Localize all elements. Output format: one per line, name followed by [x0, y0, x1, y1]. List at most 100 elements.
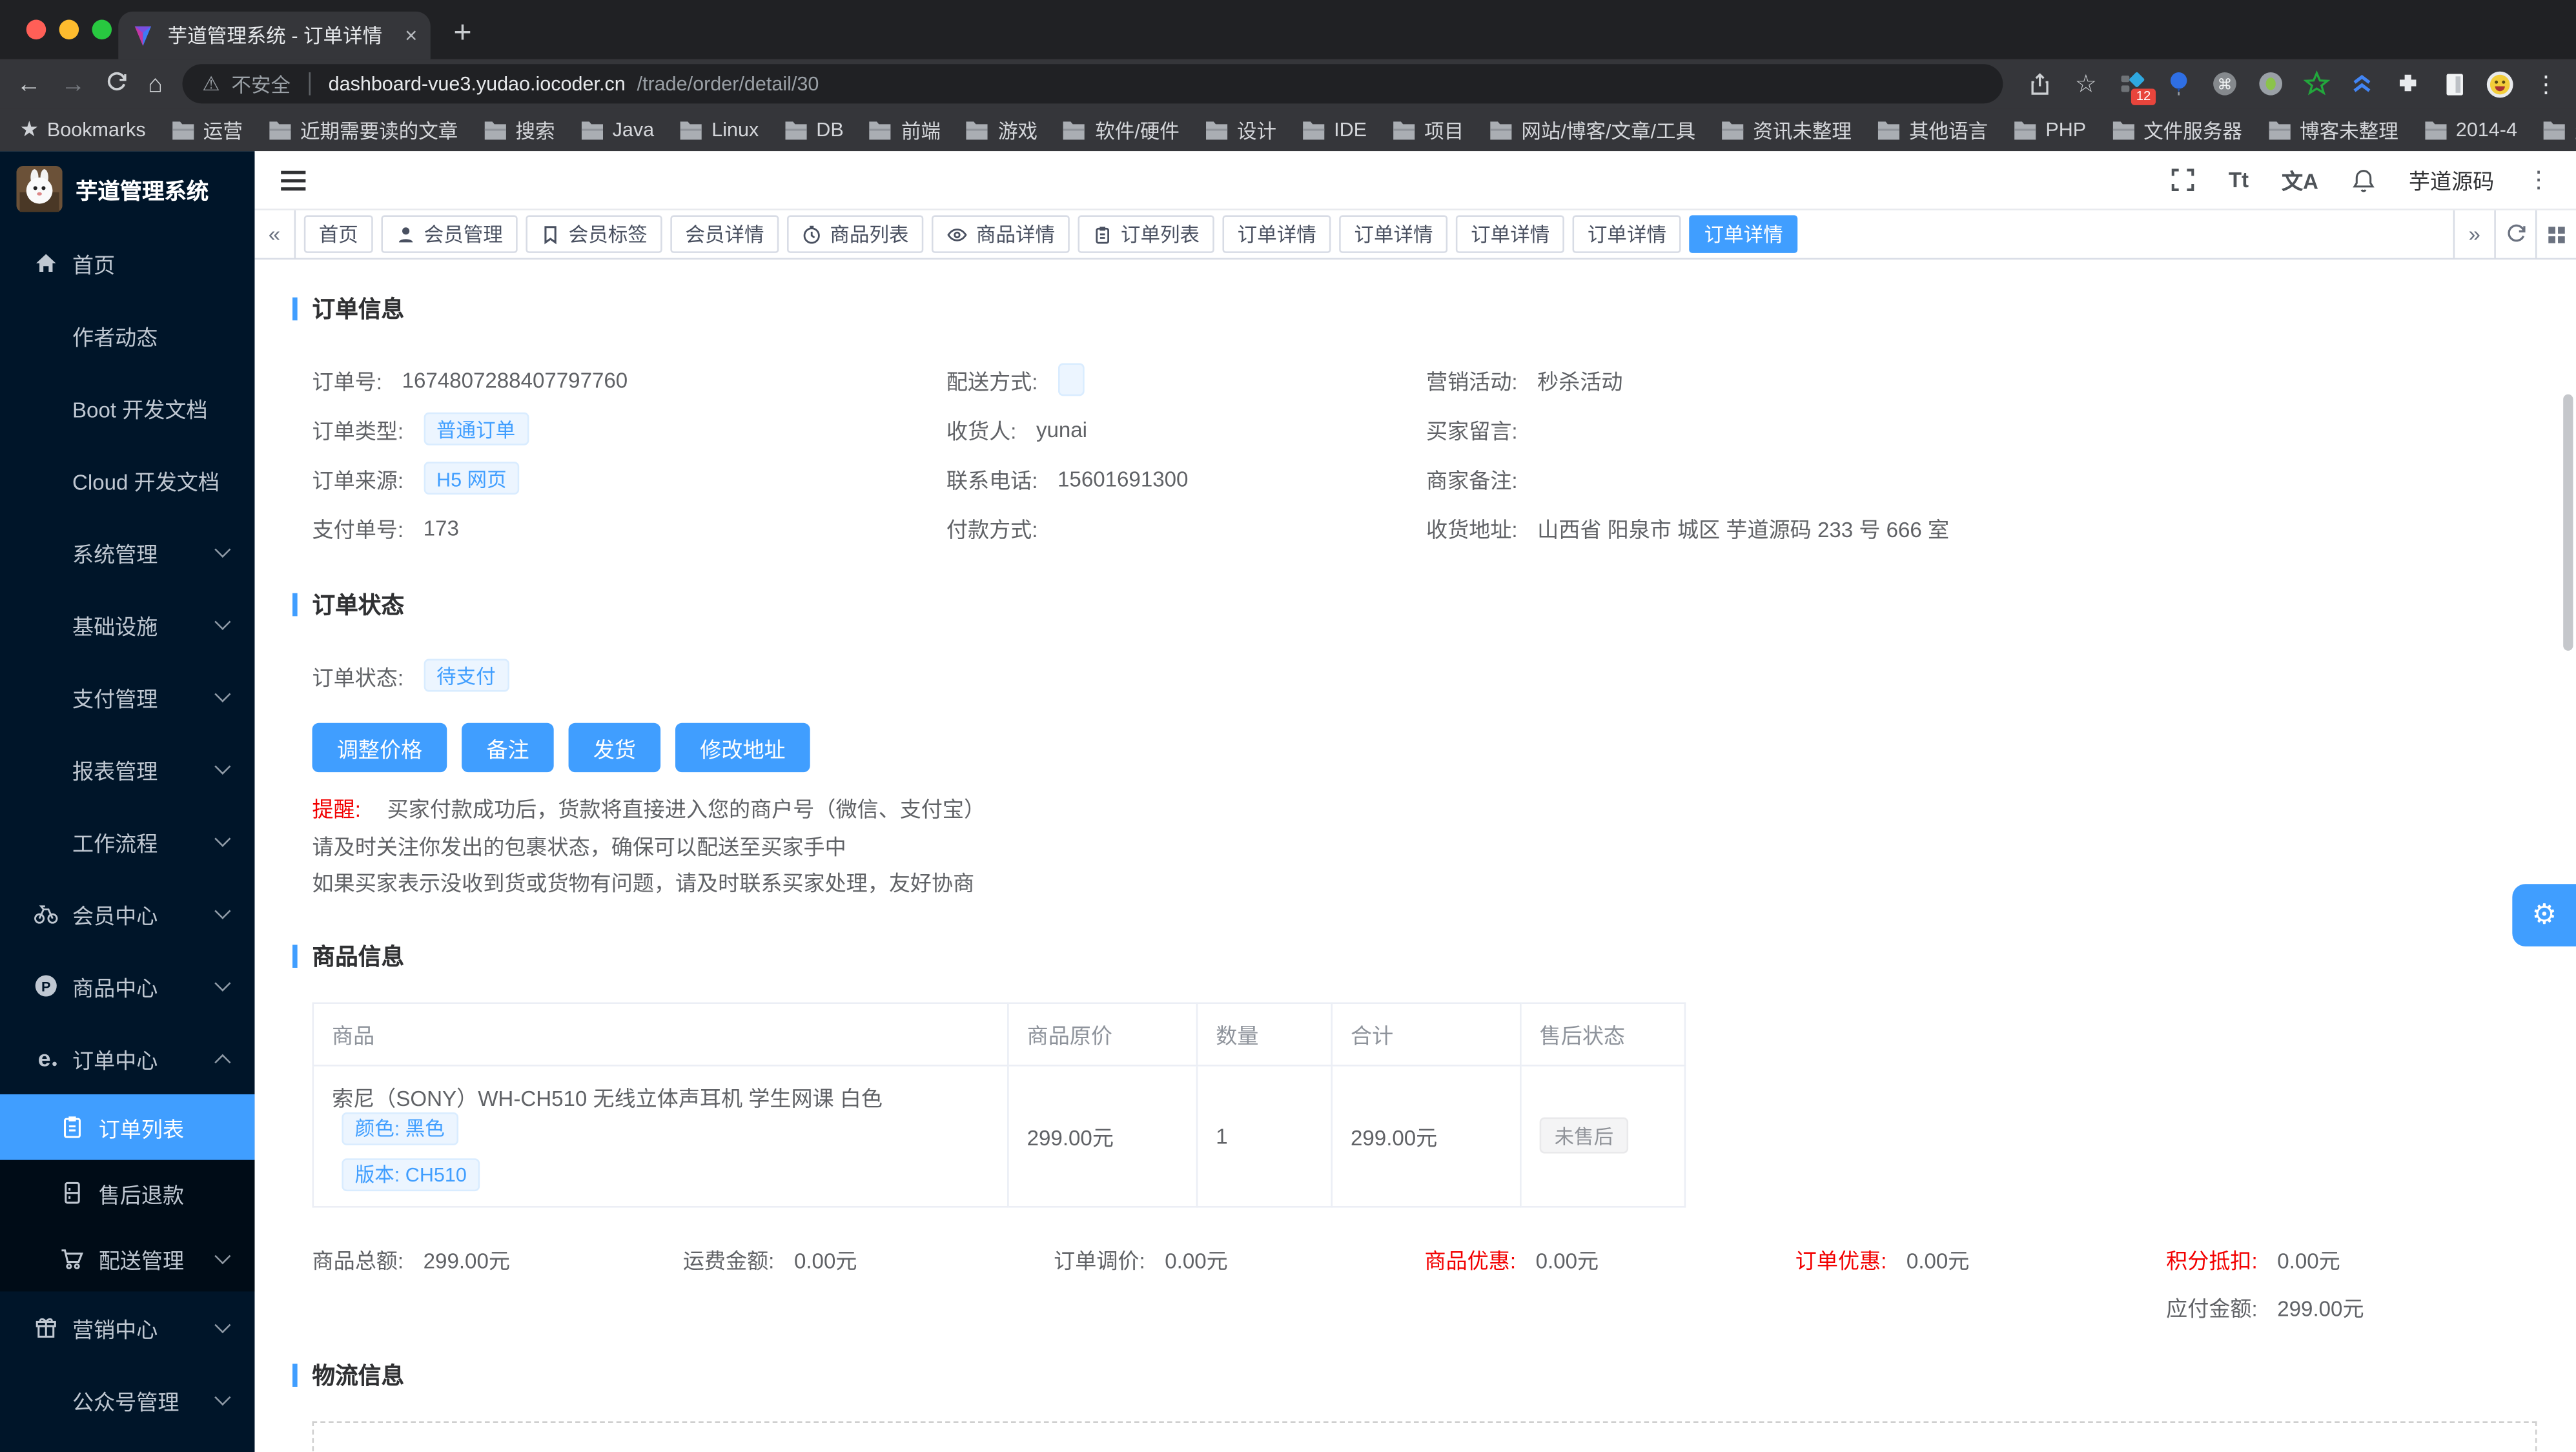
sidebar-item[interactable]: 营销中心: [0, 1291, 254, 1364]
tabs-scroll-right-icon[interactable]: »: [2453, 210, 2495, 258]
page-tab[interactable]: 订单列表: [1078, 215, 1214, 253]
bookmark-item[interactable]: Java: [580, 118, 654, 141]
bookmark-item[interactable]: 其他语言: [1876, 116, 1988, 143]
bookmark-item[interactable]: 网站/博客/文章/工具: [1488, 116, 1695, 143]
language-icon[interactable]: 文A: [2282, 165, 2318, 196]
scrollbar-thumb[interactable]: [2563, 394, 2573, 651]
sidebar-item[interactable]: 支付管理: [0, 660, 254, 733]
sidebar-item[interactable]: 会员中心: [0, 877, 254, 950]
bookmark-label: 运营: [203, 116, 243, 143]
page-tab[interactable]: 会员详情: [670, 215, 779, 253]
tabs-layout-icon[interactable]: [2535, 210, 2576, 258]
puzzle-extensions-icon[interactable]: [2394, 70, 2422, 97]
sidebar-item[interactable]: P 商品中心: [0, 950, 254, 1022]
browser-tab[interactable]: 芋道管理系统 - 订单详情 ×: [118, 12, 431, 59]
chevron-icon: [214, 686, 230, 702]
product-version-tag: 版本: CH510: [342, 1158, 480, 1191]
page-tab[interactable]: 订单详情: [1456, 215, 1564, 253]
app-header: Tt 文A 芋道源码 ⋮: [254, 151, 2576, 210]
bookmark-item[interactable]: IDE: [1301, 118, 1367, 141]
sidebar-item[interactable]: Cloud 开发文档: [0, 444, 254, 516]
sidebar-item[interactable]: 基础设施: [0, 588, 254, 660]
order-action-button[interactable]: 发货: [569, 723, 661, 772]
page-tab[interactable]: 商品详情: [932, 215, 1070, 253]
order-action-button[interactable]: 修改地址: [675, 723, 810, 772]
bookmark-item[interactable]: 博客未整理: [2267, 116, 2398, 143]
bookmark-item[interactable]: 软件/硬件: [1062, 116, 1180, 143]
bookmark-item[interactable]: DB: [783, 118, 843, 141]
total-item: 订单调价: 0.00元: [1054, 1243, 1424, 1274]
sidebar-item[interactable]: 工作流程: [0, 805, 254, 877]
profile-avatar[interactable]: [2486, 70, 2514, 97]
command-icon[interactable]: ⌘: [2210, 70, 2238, 97]
forward-icon[interactable]: →: [61, 72, 85, 96]
page-tab[interactable]: 会员标签: [526, 215, 662, 253]
user-menu-icon[interactable]: ⋮: [2527, 166, 2550, 194]
bookmark-item[interactable]: 游戏: [965, 116, 1038, 143]
bookmark-item[interactable]: 文件服务器: [2111, 116, 2242, 143]
new-tab-button[interactable]: +: [453, 16, 471, 52]
bookmark-item[interactable]: 近期需要读的文章: [267, 116, 458, 143]
page-tab[interactable]: 商品列表: [787, 215, 923, 253]
bookmark-item[interactable]: 设计: [1204, 116, 1276, 143]
extension-diamond-icon[interactable]: 12: [2118, 70, 2146, 97]
hamburger-icon[interactable]: [281, 170, 305, 190]
browser-tab-title: 芋道管理系统 - 订单详情: [168, 21, 392, 49]
order-action-button[interactable]: 调整价格: [312, 723, 447, 772]
user-name[interactable]: 芋道源码: [2409, 165, 2494, 196]
bookmark-item[interactable]: Linux: [679, 118, 759, 141]
close-tab-icon[interactable]: ×: [405, 23, 417, 48]
bookmark-item[interactable]: 项目: [1391, 116, 1464, 143]
green-star-icon[interactable]: [2302, 70, 2330, 97]
fullscreen-icon[interactable]: [2171, 168, 2196, 192]
bell-icon[interactable]: [2351, 167, 2376, 193]
page-tab[interactable]: 订单详情: [1690, 215, 1798, 253]
window-panel-icon[interactable]: [2440, 70, 2468, 97]
bookmark-star-icon[interactable]: ☆: [2072, 70, 2100, 97]
bookmark-item[interactable]: 生活: [2542, 116, 2576, 143]
page-tab[interactable]: 订单详情: [1223, 215, 1331, 253]
sidebar-item[interactable]: 首页: [0, 227, 254, 299]
green-dot-icon[interactable]: [2256, 70, 2284, 97]
address-bar[interactable]: ⚠ 不安全 dashboard-vue3.yudao.iocoder.cn/tr…: [183, 64, 2003, 103]
sidebar-item[interactable]: 报表管理: [0, 733, 254, 805]
sidebar-item[interactable]: 订单列表: [0, 1094, 254, 1160]
bookmark-item[interactable]: 2014-4: [2423, 118, 2517, 141]
blue-chevrons-icon[interactable]: [2348, 70, 2376, 97]
sidebar-item[interactable]: e 订单中心: [0, 1022, 254, 1094]
minimize-window-button[interactable]: [59, 20, 79, 40]
sidebar-item[interactable]: Boot 开发文档: [0, 371, 254, 444]
close-window-button[interactable]: [26, 20, 46, 40]
back-icon[interactable]: ←: [16, 72, 41, 96]
tabs-refresh-icon[interactable]: [2494, 210, 2535, 258]
notice-line: 如果买家表示没收到货或货物有问题，请及时联系买家处理，友好协商: [312, 866, 2537, 903]
page-tab[interactable]: 首页: [304, 215, 373, 253]
tabs-scroll-left-icon[interactable]: «: [254, 210, 296, 258]
share-icon[interactable]: [2026, 70, 2054, 97]
page-tab[interactable]: 会员管理: [381, 215, 517, 253]
sidebar-item[interactable]: 配送管理: [0, 1226, 254, 1292]
sidebar-item[interactable]: 公众号管理: [0, 1364, 254, 1436]
page-tab[interactable]: 订单详情: [1339, 215, 1447, 253]
sidebar-item[interactable]: 售后退款: [0, 1160, 254, 1226]
order-notice: 提醒:买家付款成功后，货款将直接进入您的商户号（微信、支付宝） 请及时关注你发出…: [312, 792, 2537, 903]
font-size-icon[interactable]: Tt: [2229, 168, 2249, 192]
order-action-button[interactable]: 备注: [462, 723, 554, 772]
settings-gear-button[interactable]: ⚙: [2512, 884, 2576, 946]
bookmark-item[interactable]: 前端: [868, 116, 941, 143]
reload-icon[interactable]: [105, 70, 128, 97]
bookmarks-root[interactable]: ★ Bookmarks: [20, 117, 146, 143]
bookmark-item[interactable]: PHP: [2012, 118, 2086, 141]
page-tab[interactable]: 订单详情: [1573, 215, 1681, 253]
page-tab-label: 订单详情: [1471, 220, 1549, 248]
sidebar-item[interactable]: 作者动态: [0, 299, 254, 371]
sidebar-item[interactable]: 系统管理: [0, 516, 254, 588]
balloon-icon[interactable]: [2164, 70, 2192, 97]
bookmark-item[interactable]: 搜索: [483, 116, 555, 143]
browser-menu-icon[interactable]: ⋮: [2532, 70, 2560, 97]
bookmark-item[interactable]: 运营: [170, 116, 243, 143]
home-icon[interactable]: ⌂: [148, 72, 163, 96]
zoom-window-button[interactable]: [92, 20, 112, 40]
field-label: 付款方式:: [946, 512, 1038, 543]
bookmark-item[interactable]: 资讯未整理: [1720, 116, 1852, 143]
